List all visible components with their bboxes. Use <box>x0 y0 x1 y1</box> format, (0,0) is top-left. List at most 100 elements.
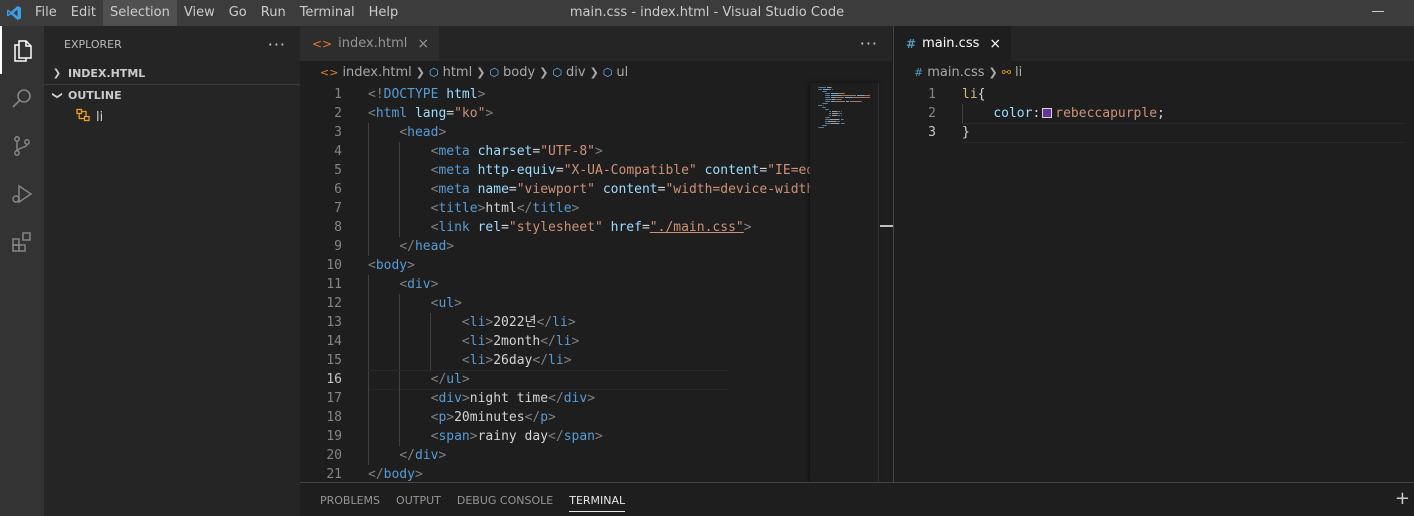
more-actions-button[interactable]: ··· <box>268 35 286 54</box>
minimap-line <box>840 95 856 96</box>
code-token: </ <box>548 429 564 444</box>
code-token: </ <box>532 353 549 368</box>
code-line: 21 </body> <box>300 465 810 482</box>
menu-item-view[interactable]: View <box>177 0 222 26</box>
code-token: > <box>477 87 486 102</box>
line-text: <title>html</title> <box>368 199 580 218</box>
code-token: color <box>993 106 1033 121</box>
source-control-icon[interactable] <box>0 122 44 170</box>
menu-item-run[interactable]: Run <box>254 0 293 26</box>
minimap-line <box>830 123 839 124</box>
close-icon[interactable]: × <box>417 36 429 52</box>
line-text: </ul> <box>368 370 470 389</box>
code-token: < <box>461 353 470 368</box>
line-text: <head> <box>368 123 446 142</box>
code-line: 17 <div>night time</div> <box>300 389 810 408</box>
line-number: 12 <box>326 296 342 311</box>
code-line: 20 </div> <box>300 446 810 465</box>
panel-tab-output[interactable]: OUTPUT <box>396 483 441 516</box>
minimap-line <box>827 109 829 110</box>
code-editor-main-css[interactable]: 1 li{2 color: rebeccapurple; 3} <box>894 83 1414 482</box>
breadcrumb-item[interactable]: html <box>443 65 473 80</box>
menu-item-file[interactable]: File <box>28 0 64 26</box>
extensions-icon[interactable] <box>0 218 44 266</box>
minimize-button[interactable] <box>1372 11 1384 12</box>
outline-title: OUTLINE <box>68 89 122 102</box>
outline-section[interactable]: ❯ OUTLINE <box>44 84 300 106</box>
add-terminal-button[interactable]: + <box>1395 488 1410 509</box>
menu-item-edit[interactable]: Edit <box>64 0 103 26</box>
line-number: 19 <box>326 429 342 444</box>
symbol-class-icon <box>76 108 90 126</box>
close-icon[interactable]: × <box>989 36 1001 52</box>
code-token: 2022년 <box>493 315 537 330</box>
breadcrumb-item[interactable]: li <box>1015 65 1022 80</box>
folder-section[interactable]: ❯ INDEX.HTML <box>44 62 300 84</box>
chevron-right-icon: ❯ <box>539 65 549 79</box>
breadcrumb-item[interactable]: body <box>503 65 535 80</box>
menu-item-help[interactable]: Help <box>362 0 406 26</box>
code-line: 14 <li>2month</li> <box>300 332 810 351</box>
menu-item-terminal[interactable]: Terminal <box>293 0 362 26</box>
code-token: { <box>977 87 986 102</box>
run-debug-icon[interactable] <box>0 170 44 218</box>
breadcrumb-item[interactable]: index.html <box>342 65 411 80</box>
breadcrumb-item[interactable]: div <box>566 65 586 80</box>
menu-item-selection[interactable]: Selection <box>102 0 177 26</box>
vertical-scrollbar[interactable] <box>878 83 893 482</box>
code-token: > <box>567 315 576 330</box>
line-number: 20 <box>326 448 342 463</box>
code-token: < <box>461 315 470 330</box>
panel-tab-debug-console[interactable]: DEBUG CONSOLE <box>457 483 553 516</box>
code-token: span <box>563 429 596 444</box>
line-text: <meta charset="UTF-8"> <box>368 142 603 161</box>
breadcrumb-item[interactable]: main.css <box>927 65 984 80</box>
code-token: "stylesheet" <box>508 220 603 235</box>
indent-guide <box>368 370 369 389</box>
code-token: > <box>461 372 470 387</box>
code-token: title <box>438 201 478 216</box>
code-token: name <box>477 182 509 197</box>
code-token: > <box>469 429 478 444</box>
minimap-line <box>823 127 825 128</box>
code-token: http-equiv <box>477 163 556 178</box>
minimap-line <box>826 93 830 94</box>
line-text: <span>rainy day</span> <box>368 427 603 446</box>
code-editor-index-html[interactable]: 1 <!DOCTYPE html> 2 <html lang="ko"> 3 <head… <box>300 83 810 482</box>
line-text: <!DOCTYPE html> <box>368 85 485 104</box>
tab-index-html[interactable]: <> index.html × <box>300 26 440 61</box>
color-swatch[interactable] <box>1042 108 1053 118</box>
line-number: 6 <box>334 182 342 197</box>
chevron-right-icon: ❯ <box>52 67 62 79</box>
panel-tab-problems[interactable]: PROBLEMS <box>320 483 380 516</box>
bottom-panel: PROBLEMS OUTPUT DEBUG CONSOLE TERMINAL + <box>300 482 1414 516</box>
code-line: 15 <li>26day</li> <box>300 351 810 370</box>
code-token: ; <box>1157 106 1165 121</box>
code-line: 10 <body> <box>300 256 810 275</box>
code-token: span <box>438 429 470 444</box>
code-token: html <box>485 201 517 216</box>
menu-item-go[interactable]: Go <box>222 0 254 26</box>
code-token: > <box>485 106 494 121</box>
code-line: 3} <box>894 123 1414 143</box>
breadcrumb-item[interactable]: ul <box>616 65 628 80</box>
code-line: 1 li{ <box>894 85 1414 104</box>
minimap[interactable] <box>810 83 878 482</box>
code-token: > <box>571 334 580 349</box>
explorer-icon[interactable] <box>0 26 44 74</box>
outline-item-li[interactable]: li <box>44 106 300 128</box>
editor-more-button[interactable]: ··· <box>860 26 878 61</box>
search-icon[interactable] <box>0 74 44 122</box>
code-token: > <box>407 258 415 273</box>
line-number: 4 <box>334 144 342 159</box>
minimap-line <box>826 125 828 126</box>
minimap-line <box>819 87 827 88</box>
line-text: } <box>962 123 970 142</box>
tab-main-css[interactable]: # main.css × <box>894 26 1012 61</box>
breadcrumb: # main.css ❯ ⚯ li <box>894 61 1414 83</box>
panel-tab-terminal[interactable]: TERMINAL <box>569 490 626 512</box>
